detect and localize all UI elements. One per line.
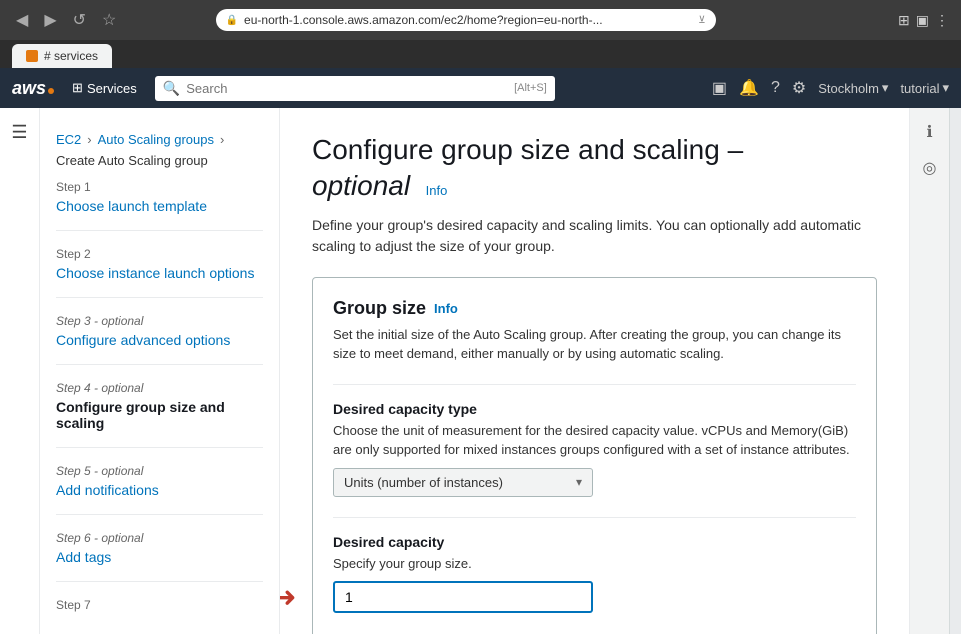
menu-icon[interactable]: ⋮ xyxy=(935,12,949,29)
aws-logo-dot xyxy=(48,88,54,94)
url-text: eu-north-1.console.aws.amazon.com/ec2/ho… xyxy=(244,13,692,27)
divider-1 xyxy=(333,384,856,385)
region-selector[interactable]: Stockholm ▾ xyxy=(818,80,888,96)
grid-icon: ⊞ xyxy=(72,80,83,96)
desired-capacity-type-label: Desired capacity type xyxy=(333,401,856,417)
nav-step-7: Step 7 xyxy=(56,598,263,632)
tab-bar: # services xyxy=(0,40,961,68)
step5-label: Step 5 - optional xyxy=(56,464,263,478)
aws-nav-right: ▣ 🔔 ? ⚙ Stockholm ▾ tutorial ▾ xyxy=(712,78,949,98)
forward-button[interactable]: ▶ xyxy=(40,8,60,32)
extensions-icon[interactable]: ⊞ xyxy=(898,12,910,29)
desired-capacity-desc: Specify your group size. xyxy=(333,554,856,574)
step3-label: Step 3 - optional xyxy=(56,314,263,328)
arrow-container: ➜ xyxy=(333,581,856,613)
services-button[interactable]: ⊞ Services xyxy=(66,76,143,100)
refresh-button[interactable]: ↺ xyxy=(69,8,90,32)
aws-logo-text: aws xyxy=(12,78,46,99)
breadcrumb-sep-1: › xyxy=(87,132,91,147)
step5-link[interactable]: Add notifications xyxy=(56,482,263,498)
services-label: Services xyxy=(87,81,137,96)
heading-italic: optional xyxy=(312,170,410,201)
divider-2 xyxy=(333,517,856,518)
group-size-title: Group size Info xyxy=(333,298,856,319)
hamburger-icon[interactable]: ☰ xyxy=(11,122,27,143)
lock-icon: 🔒 xyxy=(226,15,238,26)
step3-link[interactable]: Configure advanced options xyxy=(56,332,263,348)
search-icon: 🔍 xyxy=(163,80,180,97)
url-bar[interactable]: 🔒 eu-north-1.console.aws.amazon.com/ec2/… xyxy=(216,9,716,31)
step6-label: Step 6 - optional xyxy=(56,531,263,545)
right-panel: ℹ ◎ xyxy=(909,108,949,634)
scrollbar[interactable] xyxy=(949,108,961,634)
desired-capacity-type-select[interactable]: Units (number of instances) ▾ xyxy=(333,468,593,497)
nav-steps: Step 1 Choose launch template Step 2 Cho… xyxy=(40,180,279,632)
main-content: Configure group size and scaling – optio… xyxy=(280,108,909,634)
step2-link[interactable]: Choose instance launch options xyxy=(56,265,263,281)
nav-step-1: Step 1 Choose launch template xyxy=(56,180,263,231)
breadcrumb-ec2[interactable]: EC2 xyxy=(56,132,81,147)
aws-nav: aws ⊞ Services 🔍 [Alt+S] ▣ 🔔 ? ⚙ Stockho… xyxy=(0,68,961,108)
step6-link[interactable]: Add tags xyxy=(56,549,263,565)
step4-link: Configure group size and scaling xyxy=(56,399,263,431)
dashboard-icon[interactable]: ▣ xyxy=(712,78,727,98)
chevron-down-icon-2: ▾ xyxy=(942,80,949,96)
browser-right-icons: ⊞ ▣ ⋮ xyxy=(898,12,949,29)
breadcrumb: EC2 › Auto Scaling groups › Create Auto … xyxy=(40,124,279,180)
search-input[interactable] xyxy=(186,81,508,96)
tutorial-link[interactable]: tutorial ▾ xyxy=(900,80,949,96)
search-shortcut: [Alt+S] xyxy=(514,82,547,94)
nav-step-6: Step 6 - optional Add tags xyxy=(56,531,263,582)
step7-label: Step 7 xyxy=(56,598,263,612)
chevron-down-icon: ▾ xyxy=(882,80,889,96)
nav-step-5: Step 5 - optional Add notifications xyxy=(56,464,263,515)
group-size-info-link[interactable]: Info xyxy=(434,301,458,316)
tab-title: # services xyxy=(44,49,98,63)
nav-step-4: Step 4 - optional Configure group size a… xyxy=(56,381,263,448)
nav-step-2: Step 2 Choose instance launch options xyxy=(56,247,263,298)
aws-logo: aws xyxy=(12,78,54,99)
step4-label: Step 4 - optional xyxy=(56,381,263,395)
desired-capacity-input[interactable] xyxy=(333,581,593,613)
step1-label: Step 1 xyxy=(56,180,263,194)
step2-label: Step 2 xyxy=(56,247,263,261)
page-container: ☰ EC2 › Auto Scaling groups › Create Aut… xyxy=(0,108,961,634)
breadcrumb-auto-scaling[interactable]: Auto Scaling groups xyxy=(98,132,214,147)
info-panel-icon[interactable]: ℹ xyxy=(926,122,932,142)
heading-part1: Configure group size and scaling – xyxy=(312,134,743,165)
main-card: Group size Info Set the initial size of … xyxy=(312,277,877,634)
active-tab[interactable]: # services xyxy=(12,44,112,68)
share-icon: ⊻ xyxy=(698,15,705,26)
sidebar-toggle[interactable]: ☰ xyxy=(0,108,40,634)
desired-capacity-label: Desired capacity xyxy=(333,534,856,550)
desired-capacity-type-desc: Choose the unit of measurement for the d… xyxy=(333,421,856,460)
page-description: Define your group's desired capacity and… xyxy=(312,215,877,257)
breadcrumb-current: Create Auto Scaling group xyxy=(56,153,208,168)
tab-favicon xyxy=(26,50,38,62)
nav-step-3: Step 3 - optional Configure advanced opt… xyxy=(56,314,263,365)
bookmark-button[interactable]: ☆ xyxy=(98,8,120,32)
profile-icon[interactable]: ▣ xyxy=(916,12,929,29)
settings-icon[interactable]: ⚙ xyxy=(792,78,806,98)
breadcrumb-sep-2: › xyxy=(220,132,224,147)
group-size-desc: Set the initial size of the Auto Scaling… xyxy=(333,325,856,364)
desired-capacity-section: Desired capacity Specify your group size… xyxy=(333,534,856,614)
desired-capacity-type-section: Desired capacity type Choose the unit of… xyxy=(333,401,856,497)
select-value: Units (number of instances) xyxy=(344,475,503,490)
red-arrow: ➜ xyxy=(280,581,296,614)
left-nav: EC2 › Auto Scaling groups › Create Auto … xyxy=(40,108,280,634)
settings-panel-icon[interactable]: ◎ xyxy=(923,158,937,178)
help-icon[interactable]: ? xyxy=(771,79,780,97)
group-size-section: Group size Info Set the initial size of … xyxy=(333,298,856,364)
browser-chrome: ◀ ▶ ↺ ☆ 🔒 eu-north-1.console.aws.amazon.… xyxy=(0,0,961,40)
heading-info-link[interactable]: Info xyxy=(426,183,448,198)
back-button[interactable]: ◀ xyxy=(12,8,32,32)
step1-link[interactable]: Choose launch template xyxy=(56,198,263,214)
bell-icon[interactable]: 🔔 xyxy=(739,78,759,98)
chevron-down-icon-3: ▾ xyxy=(576,475,582,489)
search-bar[interactable]: 🔍 [Alt+S] xyxy=(155,76,555,101)
page-heading: Configure group size and scaling – optio… xyxy=(312,132,877,205)
